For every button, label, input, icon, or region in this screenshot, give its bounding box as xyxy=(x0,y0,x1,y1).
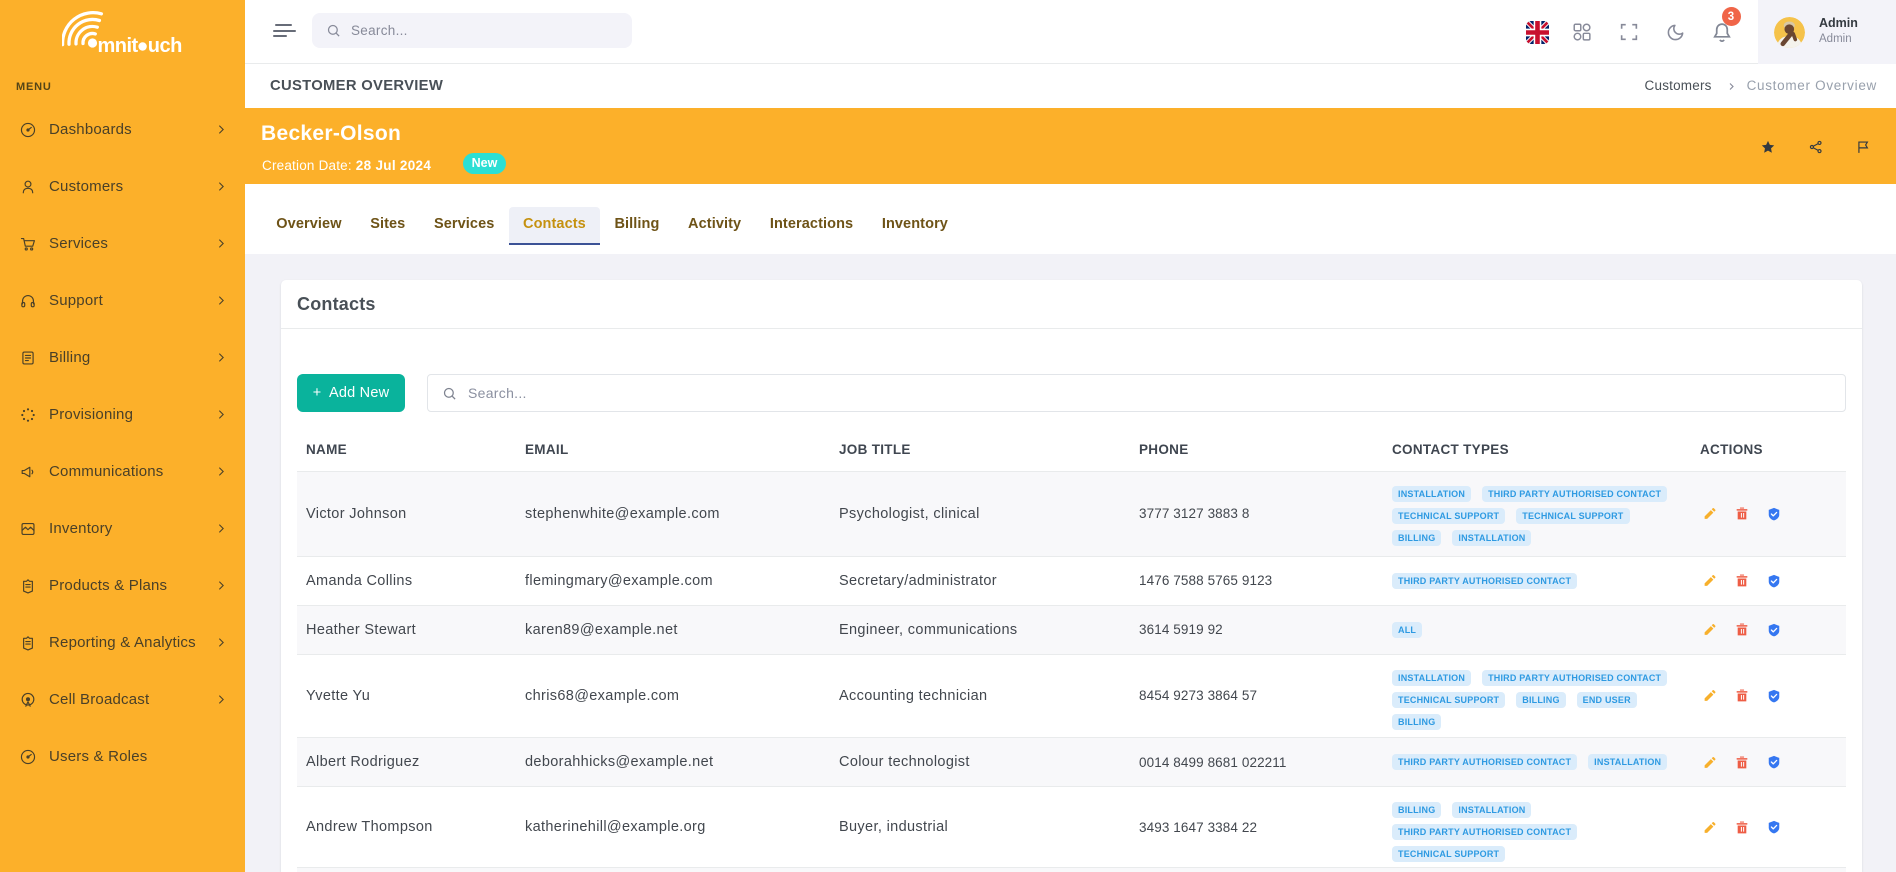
svg-text:uch: uch xyxy=(148,35,182,57)
svg-text:mnit: mnit xyxy=(98,35,139,57)
